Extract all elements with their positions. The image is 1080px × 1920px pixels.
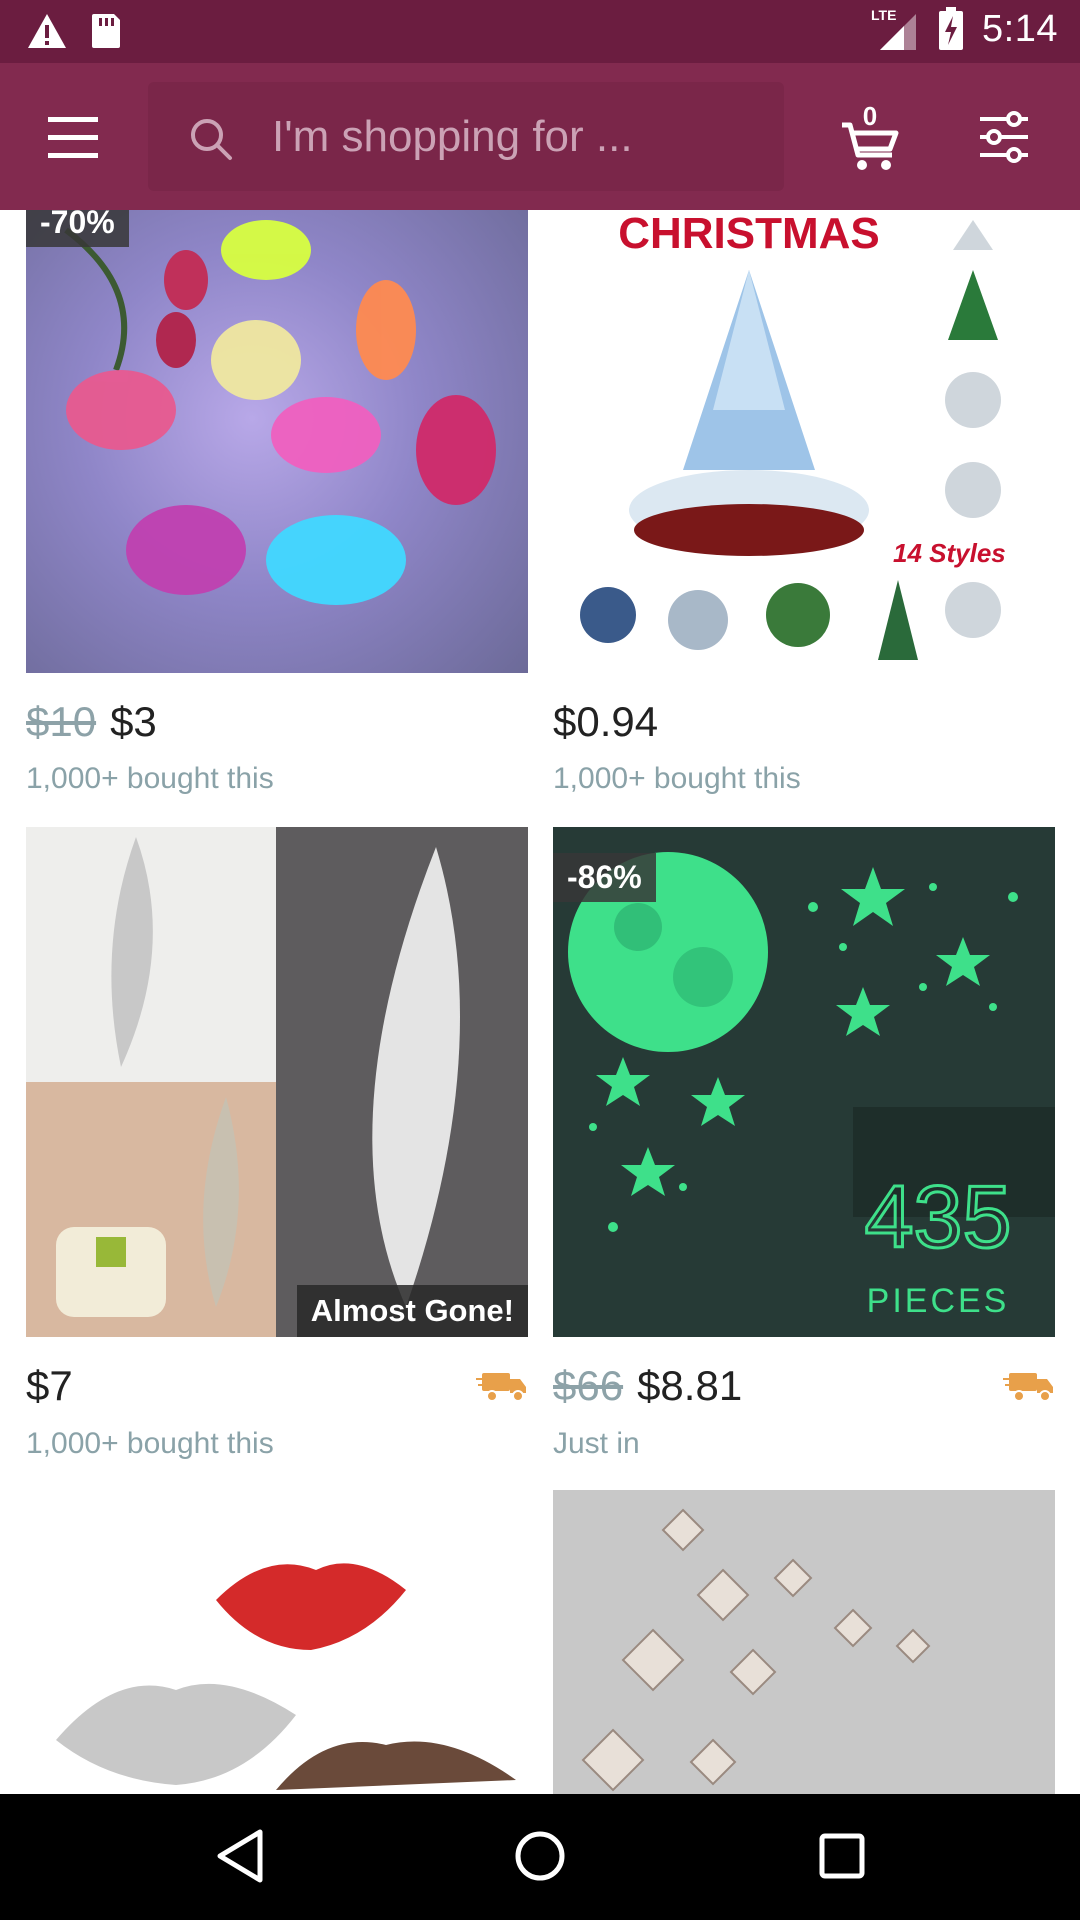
christmas-ornament-image: CHRISTMAS 14 Styles	[580, 210, 1006, 660]
styles-count-text: 14 Styles	[893, 538, 1006, 568]
price-row: $66 $8.81	[553, 1362, 1055, 1418]
sd-card-icon	[92, 14, 120, 48]
discount-badge: -70%	[26, 210, 129, 247]
product-image[interactable]: 435 PIECES -86%	[553, 827, 1055, 1337]
fast-shipping-icon	[1003, 1373, 1053, 1402]
mirror-butterflies-image	[581, 1508, 931, 1792]
product-image[interactable]: -70%	[26, 210, 528, 673]
product-card[interactable]: Almost Gone! $7 1,000+ bought this	[26, 827, 528, 1477]
product-card[interactable]	[553, 1490, 1055, 1794]
product-image[interactable]: CHRISTMAS 14 Styles	[553, 210, 1055, 673]
feather-mirror-image	[26, 827, 528, 1337]
product-image[interactable]: Almost Gone!	[26, 827, 528, 1337]
fast-shipping-icon	[476, 1373, 526, 1402]
pieces-count-text: 435	[865, 1167, 1012, 1266]
search-icon	[191, 119, 232, 160]
home-icon[interactable]	[508, 1824, 572, 1888]
purchase-count: 1,000+ bought this	[26, 762, 274, 795]
network-type-label: LTE	[871, 7, 896, 23]
search-placeholder: I'm shopping for ...	[272, 112, 633, 161]
product-card[interactable]: -70% $10 $3 1,000+ bought this	[26, 210, 528, 810]
original-price: $66	[553, 1362, 624, 1409]
purchase-count: 1,000+ bought this	[26, 1427, 274, 1460]
signal-icon: LTE	[871, 7, 917, 50]
app-bar: I'm shopping for ... 0	[0, 63, 1080, 210]
lips-mirror-image	[56, 1563, 516, 1790]
cart-count-badge: 0	[862, 101, 878, 131]
recents-icon[interactable]	[810, 1824, 874, 1888]
current-price: $8.81	[637, 1362, 743, 1409]
clock: 5:14	[982, 7, 1058, 50]
almost-gone-badge: Almost Gone!	[296, 1285, 528, 1337]
product-card[interactable]: 435 PIECES -86% $66 $8.81 Just in	[553, 827, 1055, 1477]
pieces-label-text: PIECES	[867, 1282, 1010, 1320]
cart-button[interactable]: 0	[838, 101, 902, 173]
discount-badge: -86%	[553, 853, 656, 902]
product-card[interactable]: CHRISTMAS 14 Styles $0.94 1,000+ bought …	[553, 210, 1055, 810]
glow-moon-stars-image: 435 PIECES	[568, 852, 1055, 1320]
purchase-count: 1,000+ bought this	[553, 762, 801, 795]
product-image[interactable]	[26, 1490, 528, 1794]
alert-icon	[28, 14, 66, 48]
navigation-bar	[0, 1794, 1080, 1920]
status-bar: LTE 5:14	[0, 0, 1080, 63]
original-price: $10	[26, 698, 97, 745]
price-row: $10 $3	[26, 698, 528, 754]
christmas-text: CHRISTMAS	[618, 210, 880, 258]
filter-sliders-icon[interactable]	[976, 111, 1032, 163]
product-card[interactable]	[26, 1490, 528, 1794]
screen: LTE 5:14 I'm shopping for ... 0 -70% $10…	[0, 0, 1080, 1920]
hamburger-menu-icon[interactable]	[38, 111, 108, 163]
battery-charging-icon	[939, 7, 964, 50]
price-row: $7	[26, 1362, 528, 1418]
butterfly-lights-image	[64, 220, 496, 605]
search-input[interactable]: I'm shopping for ...	[148, 82, 784, 191]
current-price: $3	[110, 698, 157, 745]
back-icon[interactable]	[208, 1824, 272, 1888]
product-grid[interactable]: -70% $10 $3 1,000+ bought this CHRISTMAS	[0, 210, 1080, 1794]
product-image[interactable]	[553, 1490, 1055, 1794]
current-price: $7	[26, 1362, 73, 1409]
purchase-count: Just in	[553, 1427, 640, 1460]
current-price: $0.94	[553, 698, 659, 745]
price-row: $0.94	[553, 698, 1055, 754]
